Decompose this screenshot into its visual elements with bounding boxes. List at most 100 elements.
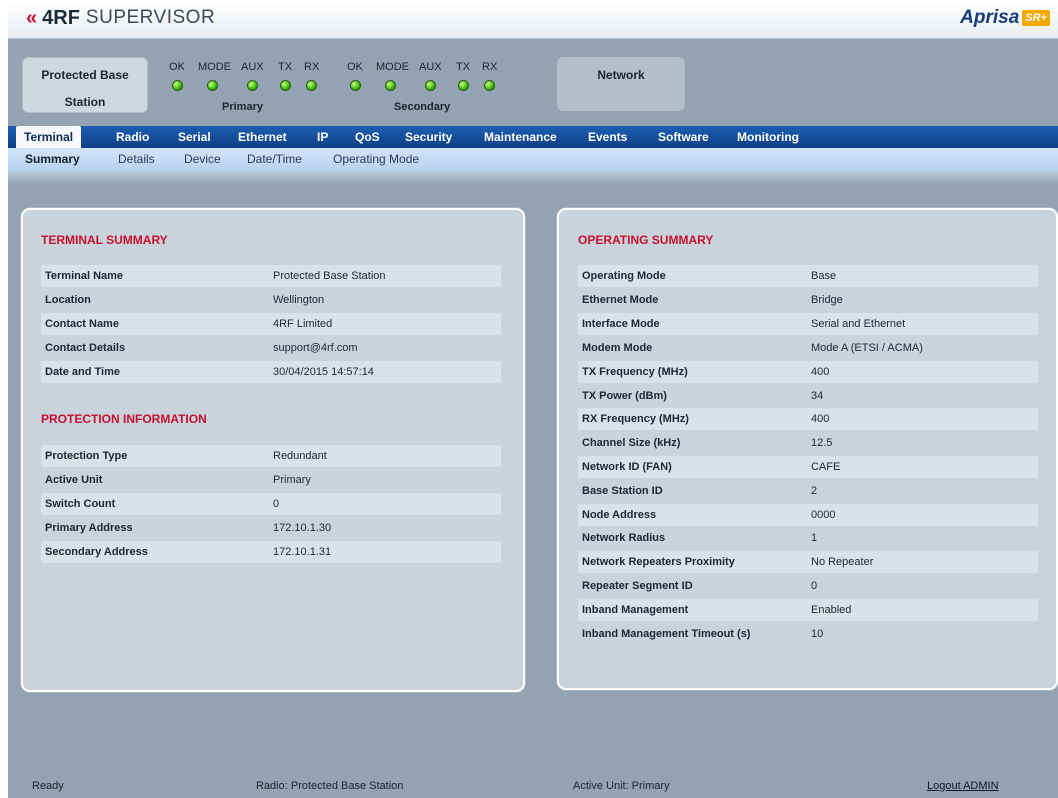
row-value: Primary [273, 474, 311, 486]
row-value: 0 [273, 498, 280, 510]
sub-nav: Summary Details Device Date/Time Operati… [8, 148, 1058, 170]
row-key: Ethernet Mode [582, 294, 659, 306]
table-row: Terminal Name Protected Base Station [41, 265, 501, 287]
row-key: TX Frequency (MHz) [582, 366, 688, 378]
secondary-aux-led-icon [425, 80, 436, 91]
table-row: Primary Address 172.10.1.30 [41, 517, 501, 539]
table-row: Date and Time 30/04/2015 14:57:14 [41, 361, 501, 383]
table-row: Contact Name 4RF Limited [41, 313, 501, 335]
primary-tx-led-icon [280, 80, 291, 91]
table-row: RX Frequency (MHz) 400 [578, 408, 1038, 430]
row-key: Location [45, 294, 91, 306]
table-row: Contact Details support@4rf.com [41, 337, 501, 359]
table-row: Interface Mode Serial and Ethernet [578, 313, 1038, 335]
aprisa-logo: Aprisa SR+ [960, 7, 1050, 29]
secondary-rx-led-icon [484, 80, 495, 91]
row-value: 2 [811, 485, 818, 497]
subtab-date-time[interactable]: Date/Time [247, 148, 302, 170]
row-key: Secondary Address [45, 546, 148, 558]
row-key: Network Repeaters Proximity [582, 556, 735, 568]
tab-serial[interactable]: Serial [178, 126, 211, 148]
table-row: Network ID (FAN) CAFE [578, 456, 1038, 478]
table-row: Ethernet Mode Bridge [578, 289, 1038, 311]
network-box[interactable]: Network [557, 57, 685, 111]
row-key: Contact Name [45, 318, 119, 330]
tab-radio[interactable]: Radio [116, 126, 149, 148]
tab-terminal[interactable]: Terminal [16, 126, 82, 148]
row-key: Active Unit [45, 474, 103, 486]
secondary-led-label-aux: AUX [419, 61, 442, 73]
table-row: Inband Management Enabled [578, 599, 1038, 621]
table-row: Protection Type Redundant [41, 445, 501, 467]
row-value: Redundant [273, 450, 327, 462]
subtab-device[interactable]: Device [184, 148, 221, 170]
tab-software[interactable]: Software [658, 126, 709, 148]
row-value: Protected Base Station [273, 270, 386, 282]
row-value: 172.10.1.30 [273, 522, 332, 534]
tab-monitoring[interactable]: Monitoring [737, 126, 799, 148]
row-value: 0000 [811, 509, 836, 521]
tab-ethernet[interactable]: Ethernet [238, 126, 287, 148]
row-value: 172.10.1.31 [273, 546, 332, 558]
table-row: Location Wellington [41, 289, 501, 311]
status-radio: Radio: Protected Base Station [256, 780, 404, 792]
primary-mode-led-icon [207, 80, 218, 91]
tab-events[interactable]: Events [588, 126, 627, 148]
network-label: Network [597, 68, 645, 82]
secondary-group-label: Secondary [394, 101, 451, 113]
secondary-tx-led-icon [458, 80, 469, 91]
row-value: 4RF Limited [273, 318, 333, 330]
tab-security[interactable]: Security [405, 126, 452, 148]
row-value: 0 [811, 580, 818, 592]
4rf-supervisor-logo: « 4RF SUPERVISOR [26, 7, 216, 29]
app-header: « 4RF SUPERVISOR Aprisa SR+ [8, 0, 1058, 39]
table-row: Active Unit Primary [41, 469, 501, 491]
logo-product: SUPERVISOR [85, 7, 216, 28]
primary-group-label: Primary [222, 101, 263, 113]
subtab-summary[interactable]: Summary [25, 148, 80, 170]
table-row: Channel Size (kHz) 12.5 [578, 432, 1038, 454]
protection-information-title: PROTECTION INFORMATION [41, 412, 207, 426]
row-key: Channel Size (kHz) [582, 437, 681, 449]
table-row: Network Repeaters Proximity No Repeater [578, 551, 1038, 573]
aprisa-badge: SR+ [1022, 10, 1050, 26]
row-value: Enabled [811, 604, 852, 616]
status-bar: Ready Radio: Protected Base Station Acti… [8, 774, 1058, 798]
station-name-box[interactable]: Protected Base Station [22, 57, 148, 113]
table-row: Repeater Segment ID 0 [578, 575, 1038, 597]
table-row: Inband Management Timeout (s) 10 [578, 623, 1038, 645]
subtab-operating-mode[interactable]: Operating Mode [333, 148, 419, 170]
row-value: 30/04/2015 14:57:14 [273, 366, 374, 378]
table-row: Node Address 0000 [578, 504, 1038, 526]
row-key: Protection Type [45, 450, 128, 462]
table-row: TX Power (dBm) 34 [578, 385, 1038, 407]
status-panel: Protected Base Station OK MODE AUX TX RX… [8, 39, 1058, 119]
secondary-led-label-rx: RX [482, 61, 498, 73]
secondary-led-label-mode: MODE [376, 61, 409, 73]
secondary-led-label-tx: TX [456, 61, 471, 73]
row-value: 34 [811, 390, 824, 402]
row-key: Base Station ID [582, 485, 663, 497]
tab-ip[interactable]: IP [317, 126, 328, 148]
tab-maintenance[interactable]: Maintenance [484, 126, 557, 148]
table-row: TX Frequency (MHz) 400 [578, 361, 1038, 383]
row-key: TX Power (dBm) [582, 390, 667, 402]
table-row: Switch Count 0 [41, 493, 501, 515]
primary-led-label-tx: TX [278, 61, 293, 73]
row-value: No Repeater [811, 556, 874, 568]
row-key: Contact Details [45, 342, 126, 354]
row-key: Operating Mode [582, 270, 666, 282]
row-value: Mode A (ETSI / ACMA) [811, 342, 923, 354]
app-frame: « 4RF SUPERVISOR Aprisa SR+ Protected Ba… [8, 0, 1058, 798]
logo-brand: 4RF [42, 7, 80, 29]
row-key: Network Radius [582, 532, 666, 544]
logo-mark: « [26, 7, 37, 29]
primary-led-label-rx: RX [304, 61, 320, 73]
subtab-details[interactable]: Details [118, 148, 155, 170]
primary-rx-led-icon [306, 80, 317, 91]
primary-led-label-ok: OK [169, 61, 185, 73]
logout-link[interactable]: Logout ADMIN [927, 780, 999, 792]
table-row: Operating Mode Base [578, 265, 1038, 287]
row-value: 400 [811, 413, 830, 425]
tab-qos[interactable]: QoS [355, 126, 380, 148]
